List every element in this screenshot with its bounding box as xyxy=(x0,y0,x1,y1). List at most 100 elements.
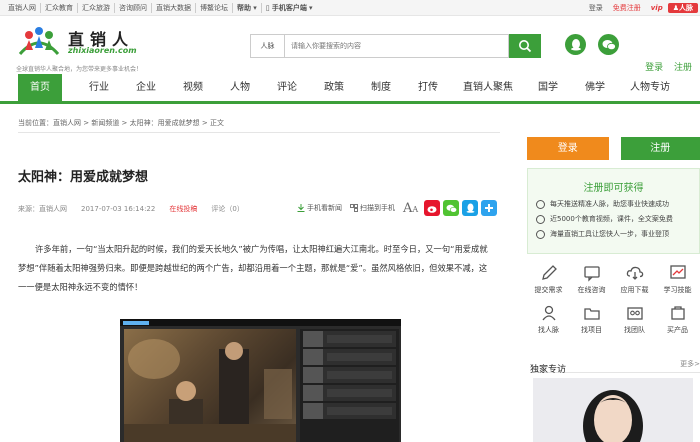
folder-icon xyxy=(583,307,600,320)
playlist-item[interactable] xyxy=(303,367,396,383)
qq-share-icon[interactable] xyxy=(462,200,479,216)
video-top-bar xyxy=(120,319,401,326)
playlist-item[interactable] xyxy=(303,349,396,365)
person-icon xyxy=(536,199,545,209)
quick-find-team[interactable]: 找团队 xyxy=(613,300,656,338)
wechat-icon[interactable] xyxy=(598,34,619,55)
team-icon xyxy=(626,306,643,320)
sidebar-register-button[interactable]: 注册 xyxy=(620,137,700,160)
people-icon xyxy=(541,305,556,320)
more-link[interactable]: 更多> xyxy=(680,359,700,369)
playlist-item[interactable] xyxy=(303,403,396,419)
tools-icon xyxy=(536,229,545,239)
quick-find-project[interactable]: 找项目 xyxy=(570,300,613,338)
nav-item-video[interactable]: 视频 xyxy=(171,74,215,101)
article-date: 2017-07-03 16:14:22 xyxy=(81,205,156,213)
quick-submit-demand[interactable]: 提交需求 xyxy=(527,260,570,298)
register-benefits-box: 注册即可获得 每天推送精准人脉，助您事业快速成功 近5000个教育视频，课件，全… xyxy=(527,168,700,254)
main-nav: 首页 行业 企业 视频 人物 评论 政策 制度 打传 直销人聚焦 国学 佛学 人… xyxy=(0,74,700,104)
more-share-icon[interactable] xyxy=(481,200,498,216)
qrcode-icon xyxy=(350,204,358,212)
header-login-link[interactable]: 登录 xyxy=(645,63,663,73)
nav-item-people[interactable]: 人物 xyxy=(218,74,262,101)
top-login-link[interactable]: 登录 xyxy=(584,3,608,13)
download-icon xyxy=(297,204,305,212)
playlist-item[interactable] xyxy=(303,385,396,401)
article-tools: 手机看新闻 扫描到手机 AA xyxy=(297,200,500,216)
nav-item-crackdown[interactable]: 打传 xyxy=(406,74,450,101)
article-title: 太阳神：用爱成就梦想 xyxy=(18,170,149,185)
nav-item-company[interactable]: 企业 xyxy=(124,74,168,101)
nav-item-home[interactable]: 首页 xyxy=(18,74,62,101)
article-meta: 来源：直销人网 2017-07-03 16:14:22 在线投稿 评论（0） xyxy=(18,204,258,214)
weibo-share-icon[interactable] xyxy=(424,200,441,216)
quick-actions-grid: 提交需求 在线咨询 应用下载 学习技能 找人脉 找项目 找团队 买产品 xyxy=(527,260,700,338)
top-free-register-link[interactable]: 免费注册 xyxy=(608,3,646,13)
header-register-link[interactable]: 注册 xyxy=(674,63,692,73)
top-link[interactable]: 咨询顾问 xyxy=(115,2,152,13)
chart-board-icon xyxy=(669,264,686,279)
tencent-video-logo xyxy=(123,320,149,325)
top-link[interactable]: 直销人网 xyxy=(4,2,41,13)
exclusive-interview-title: 独家专访 xyxy=(530,365,567,375)
quick-online-consult[interactable]: 在线咨询 xyxy=(570,260,613,298)
divider xyxy=(18,132,500,133)
search-bar: 人脉 xyxy=(250,34,541,58)
search-icon xyxy=(519,40,532,53)
scan-to-phone-link[interactable]: 扫描到手机 xyxy=(350,203,395,213)
article-source: 来源：直销人网 xyxy=(18,205,67,213)
logo-pinyin: zhixiaoren.com xyxy=(68,46,137,55)
search-button[interactable] xyxy=(509,34,541,58)
article-body: 许多年前，一句“当太阳升起的时候，我们的爱天长地久”被广为传唱，让太阳神红遍大江… xyxy=(18,244,488,292)
people-button[interactable]: ♟人脉 xyxy=(667,2,698,13)
chat-icon xyxy=(583,265,600,282)
top-link[interactable]: 博鳌论坛 xyxy=(196,2,233,13)
quick-learn-skills[interactable]: 学习技能 xyxy=(656,260,699,298)
video-player[interactable] xyxy=(120,319,401,442)
vip-icon[interactable]: vip xyxy=(646,4,668,12)
top-link[interactable]: 直销大数据 xyxy=(152,2,196,13)
wechat-share-icon[interactable] xyxy=(443,200,460,216)
mobile-read-link[interactable]: 手机看新闻 xyxy=(297,203,342,213)
product-icon xyxy=(670,305,685,320)
contribute-link[interactable]: 在线投稿 xyxy=(169,204,197,214)
nav-item-focus[interactable]: 直销人聚焦 xyxy=(453,74,523,101)
pencil-icon xyxy=(541,264,557,280)
nav-item-interview[interactable]: 人物专访 xyxy=(620,74,680,101)
qq-icon[interactable] xyxy=(565,34,586,55)
interview-portrait[interactable] xyxy=(533,378,693,442)
top-link[interactable]: 汇众旅游 xyxy=(78,2,115,13)
site-logo[interactable]: 直销人 zhixiaoren.com 全球直销华人聚合地，为您带来更多事业机会！ xyxy=(16,24,176,73)
register-benefits-title: 注册即可获得 xyxy=(583,183,644,194)
sidebar-login-button[interactable]: 登录 xyxy=(527,137,609,160)
nav-item-policy[interactable]: 政策 xyxy=(312,74,356,101)
top-bar: 直销人网 汇众教育 汇众旅游 咨询顾问 直销大数据 博鳌论坛 帮助 ▾ ▯ 手机… xyxy=(0,0,700,16)
top-link[interactable]: 汇众教育 xyxy=(41,2,78,13)
search-input[interactable] xyxy=(284,34,509,58)
benefit-item: 海量直销工具让您快人一步，事业登顶 xyxy=(536,229,699,239)
video-scene-image xyxy=(124,339,296,442)
nav-item-buddhism[interactable]: 佛学 xyxy=(573,74,617,101)
top-link-mobile-client[interactable]: ▯ 手机客户端 ▾ xyxy=(262,3,317,13)
video-icon xyxy=(536,214,545,224)
quick-find-people[interactable]: 找人脉 xyxy=(527,300,570,338)
exclusive-interview-header: 独家专访 更多> xyxy=(530,357,700,375)
top-link-help[interactable]: 帮助 ▾ xyxy=(233,2,262,13)
nav-item-sinology[interactable]: 国学 xyxy=(526,74,570,101)
search-category-select[interactable]: 人脉 xyxy=(250,34,284,58)
comment-count-link[interactable]: 评论（0） xyxy=(211,204,243,214)
video-playlist xyxy=(300,329,399,442)
nav-item-system[interactable]: 制度 xyxy=(359,74,403,101)
font-size-icon[interactable]: AA xyxy=(403,201,418,216)
quick-app-download[interactable]: 应用下载 xyxy=(613,260,656,298)
playlist-item[interactable] xyxy=(303,331,396,347)
quick-buy-products[interactable]: 买产品 xyxy=(656,300,699,338)
nav-item-comment[interactable]: 评论 xyxy=(265,74,309,101)
sidebar-auth-buttons: 登录 注册 xyxy=(527,137,700,160)
logo-people-icon xyxy=(18,27,60,56)
nav-item-industry[interactable]: 行业 xyxy=(77,74,121,101)
social-icons xyxy=(565,34,631,55)
logo-slogan: 全球直销华人聚合地，为您带来更多事业机会！ xyxy=(16,66,143,73)
header: 直销人 zhixiaoren.com 全球直销华人聚合地，为您带来更多事业机会！… xyxy=(0,16,700,74)
video-frame xyxy=(124,329,296,442)
